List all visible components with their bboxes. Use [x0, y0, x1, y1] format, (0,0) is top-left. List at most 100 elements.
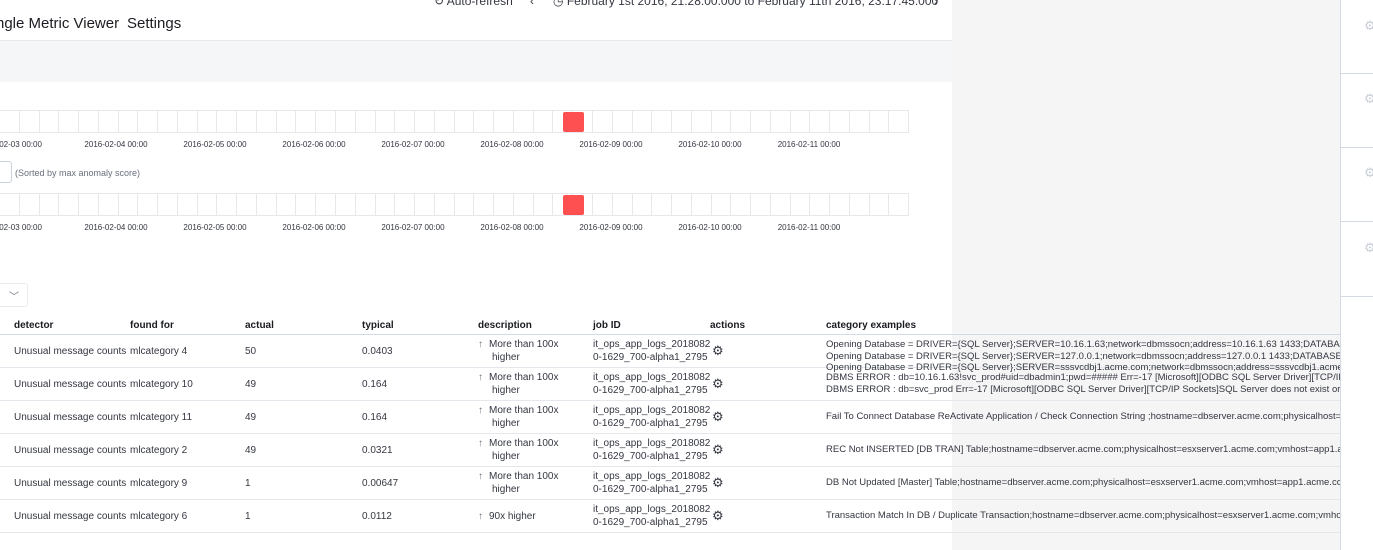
swimlane-cell[interactable] [751, 194, 771, 215]
previous-range-button[interactable]: ‹ [530, 0, 534, 8]
swimlane-cell[interactable] [99, 111, 119, 132]
swimlane-cell[interactable] [395, 194, 416, 215]
swimlane-cell[interactable] [692, 194, 712, 215]
swimlane-cell[interactable] [59, 111, 80, 132]
swimlane-cell[interactable] [277, 111, 297, 132]
gear-icon[interactable]: ⚙ [712, 377, 726, 391]
column-actual[interactable]: actual [245, 320, 274, 331]
swimlane-cell[interactable] [336, 111, 356, 132]
gear-icon[interactable]: ⚙ [1364, 19, 1373, 32]
swimlane-cell[interactable] [889, 194, 908, 215]
swimlane-cell[interactable] [415, 194, 435, 215]
swimlane-cell[interactable] [534, 194, 554, 215]
swimlane-cell[interactable] [395, 111, 416, 132]
swimlane-cell[interactable] [79, 111, 99, 132]
swimlane-cell[interactable] [613, 194, 633, 215]
gear-icon[interactable]: ⚙ [712, 410, 726, 424]
column-job-id[interactable]: job ID [593, 320, 621, 331]
swimlane-cell[interactable] [296, 194, 317, 215]
swimlane-cell[interactable] [514, 111, 534, 132]
swimlane-cell[interactable] [376, 194, 396, 215]
anomaly-cell-critical[interactable] [563, 195, 584, 215]
swimlane-cell[interactable] [356, 194, 376, 215]
table-row[interactable]: Unusual message counts mlcategory 4 50 0.04… [0, 335, 1340, 373]
swimlane-cell[interactable] [652, 111, 673, 132]
swimlane-cell[interactable] [731, 111, 752, 132]
swimlane-cell[interactable] [257, 111, 277, 132]
swimlane-cell[interactable] [850, 111, 870, 132]
swimlane-cell[interactable] [217, 194, 238, 215]
column-detector[interactable]: detector [14, 320, 53, 331]
swimlane-cell[interactable] [237, 194, 257, 215]
swimlane-cell[interactable] [59, 194, 80, 215]
swimlane-cell[interactable] [791, 194, 811, 215]
gear-icon[interactable]: ⚙ [1364, 92, 1373, 105]
swimlane-cell[interactable] [356, 111, 376, 132]
time-range-picker[interactable]: ◷ February 1st 2016, 21:28:00.000 to Feb… [553, 0, 938, 8]
swimlane-cell[interactable] [652, 194, 673, 215]
swimlane-cell[interactable] [613, 111, 633, 132]
table-row[interactable]: Unusual message counts mlcategory 9 1 0.006… [0, 467, 1340, 500]
swimlane-cell[interactable] [474, 194, 495, 215]
swimlane-cell[interactable] [771, 111, 791, 132]
swimlane-cell[interactable] [850, 194, 870, 215]
next-range-button[interactable]: › [934, 0, 938, 8]
swimlane-cell[interactable] [316, 194, 337, 215]
swimlane-cell[interactable] [692, 111, 712, 132]
swimlane-cell[interactable] [376, 111, 396, 132]
swimlane-cell[interactable] [296, 111, 317, 132]
swimlane-cell[interactable] [415, 111, 435, 132]
swimlane-cell[interactable] [889, 111, 908, 132]
table-row[interactable]: Unusual message counts mlcategory 2 49 0.03… [0, 434, 1340, 467]
swimlane-cell[interactable] [435, 111, 455, 132]
table-row[interactable]: Unusual message counts mlcategory 11 49 0.1… [0, 401, 1340, 434]
gear-icon[interactable]: ⚙ [712, 476, 726, 490]
swimlane-cell[interactable] [810, 194, 831, 215]
swimlane-cell[interactable] [119, 194, 139, 215]
gear-icon[interactable]: ⚙ [712, 344, 726, 358]
swimlane-cell[interactable] [20, 111, 40, 132]
anomaly-cell-critical[interactable] [563, 112, 584, 132]
swimlane-cell[interactable] [40, 194, 60, 215]
view-by-select[interactable] [0, 161, 12, 183]
swimlane-cell[interactable] [138, 194, 159, 215]
swimlane-cell[interactable] [158, 194, 178, 215]
swimlane-cell[interactable] [257, 194, 277, 215]
swimlane-cell[interactable] [178, 111, 198, 132]
swimlane-cell[interactable] [79, 194, 99, 215]
swimlane-cell[interactable] [870, 194, 890, 215]
swimlane-cell[interactable] [731, 194, 752, 215]
swimlane-cell[interactable] [672, 194, 692, 215]
swimlane-cell[interactable] [119, 111, 139, 132]
swimlane-cell[interactable] [593, 194, 613, 215]
swimlane-cell[interactable] [830, 111, 850, 132]
swimlane-cell[interactable] [435, 194, 455, 215]
auto-refresh-button[interactable]: ↻ Auto-refresh [434, 0, 513, 8]
swimlane-cell[interactable] [0, 111, 20, 132]
viewby-swimlane[interactable] [0, 193, 909, 216]
swimlane-cell[interactable] [237, 111, 257, 132]
swimlane-cell[interactable] [217, 111, 238, 132]
nav-settings[interactable]: Settings [127, 15, 181, 32]
swimlane-cell[interactable] [751, 111, 771, 132]
swimlane-cell[interactable] [99, 194, 119, 215]
swimlane-cell[interactable] [494, 111, 514, 132]
swimlane-cell[interactable] [534, 111, 554, 132]
swimlane-cell[interactable] [830, 194, 850, 215]
swimlane-cell[interactable] [514, 194, 534, 215]
swimlane-cell[interactable] [633, 194, 653, 215]
swimlane-cell[interactable] [810, 111, 831, 132]
column-typical[interactable]: typical [362, 320, 394, 331]
swimlane-cell[interactable] [138, 111, 159, 132]
swimlane-cell[interactable] [672, 111, 692, 132]
swimlane-cell[interactable] [712, 111, 732, 132]
swimlane-cell[interactable] [791, 111, 811, 132]
swimlane-cell[interactable] [633, 111, 653, 132]
gear-icon[interactable]: ⚙ [1364, 166, 1373, 179]
swimlane-cell[interactable] [198, 111, 218, 132]
swimlane-cell[interactable] [455, 194, 475, 215]
swimlane-cell[interactable] [277, 194, 297, 215]
gear-icon[interactable]: ⚙ [712, 443, 726, 457]
swimlane-cell[interactable] [198, 194, 218, 215]
expand-button[interactable]: ﹀ [0, 283, 28, 307]
